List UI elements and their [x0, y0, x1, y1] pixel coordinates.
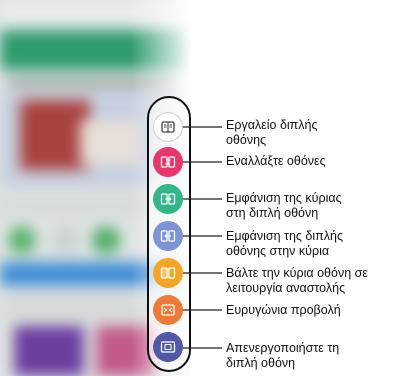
label-show-main-on-dual: Εμφάνιση της κύριας στη διπλή οθόνη	[226, 191, 342, 220]
label-show-dual-on-main: Εμφάνιση της διπλής οθόνης στην κύρια	[226, 229, 344, 258]
show-dual-on-main-button[interactable]	[153, 221, 183, 251]
label-sleep-main: Βάλτε την κύρια οθόνη σε λειτουργία ανασ…	[226, 266, 368, 295]
wide-view-button[interactable]	[153, 295, 183, 325]
swap-screens-button[interactable]	[153, 147, 183, 177]
show-dual-on-main-icon	[160, 230, 176, 242]
dual-screen-tool-button[interactable]	[153, 112, 183, 142]
wide-view-icon	[161, 304, 175, 316]
show-main-on-dual-icon	[160, 193, 176, 205]
disable-dual-icon	[160, 341, 176, 353]
swap-screens-icon	[160, 156, 176, 168]
label-swap-screens: Εναλλάξτε οθόνες	[226, 154, 326, 168]
sleep-main-button[interactable]	[153, 258, 183, 288]
dual-screen-tool-icon	[161, 121, 175, 133]
label-dual-screen-tool: Εργαλείο διπλής οθόνης	[226, 118, 318, 147]
label-disable-dual: Απενεργοποιήστε τη διπλή οθόνη	[226, 341, 340, 370]
disable-dual-button[interactable]	[153, 332, 183, 362]
label-wide-view: Ευρυγώνια προβολή	[226, 303, 341, 317]
sleep-main-icon	[160, 267, 176, 279]
show-main-on-dual-button[interactable]	[153, 184, 183, 214]
